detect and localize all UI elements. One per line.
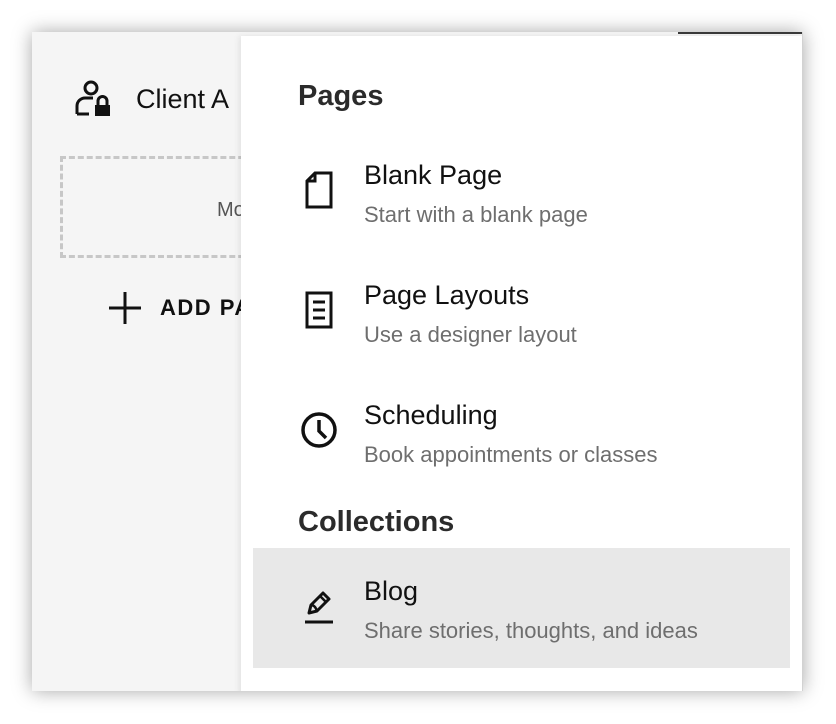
clock-icon: [299, 408, 339, 452]
menu-item-title: Page Layouts: [364, 280, 530, 310]
blog-pen-icon: [299, 584, 339, 628]
menu-item-scheduling[interactable]: Scheduling Book appointments or classes: [253, 372, 790, 492]
add-page-button[interactable]: ADD PA: [108, 288, 252, 328]
menu-item-title: Blank Page: [364, 160, 503, 190]
menu-item-blog[interactable]: Blog Share stories, thoughts, and ideas: [253, 548, 790, 668]
menu-item-title: Scheduling: [364, 400, 498, 430]
menu-item-page-layouts[interactable]: Page Layouts Use a designer layout: [253, 252, 790, 372]
section-title-pages: Pages: [298, 80, 384, 112]
window-edge-divider: [802, 32, 803, 691]
plus-icon: [108, 291, 142, 325]
window-edge-line: [678, 32, 803, 34]
page-layout-icon: [299, 288, 339, 332]
add-page-menu: Pages Blank Page Start with a blank page: [241, 36, 802, 691]
menu-item-blank-page[interactable]: Blank Page Start with a blank page: [253, 132, 790, 252]
menu-item-subtitle: Start with a blank page: [364, 202, 588, 227]
user-lock-icon: [74, 78, 114, 120]
menu-item-subtitle: Book appointments or classes: [364, 442, 658, 467]
nav-item-client-area[interactable]: Client A: [74, 78, 229, 120]
app-window: Client A Mo ADD PA Pages Blank Page Star…: [32, 32, 803, 691]
blank-page-icon: [299, 168, 339, 212]
section-title-collections: Collections: [298, 506, 455, 538]
menu-item-title: Blog: [364, 576, 419, 606]
menu-item-subtitle: Share stories, thoughts, and ideas: [364, 618, 698, 643]
menu-item-subtitle: Use a designer layout: [364, 322, 577, 347]
nav-item-label: Client A: [136, 83, 230, 114]
add-page-label: ADD PA: [160, 295, 252, 320]
